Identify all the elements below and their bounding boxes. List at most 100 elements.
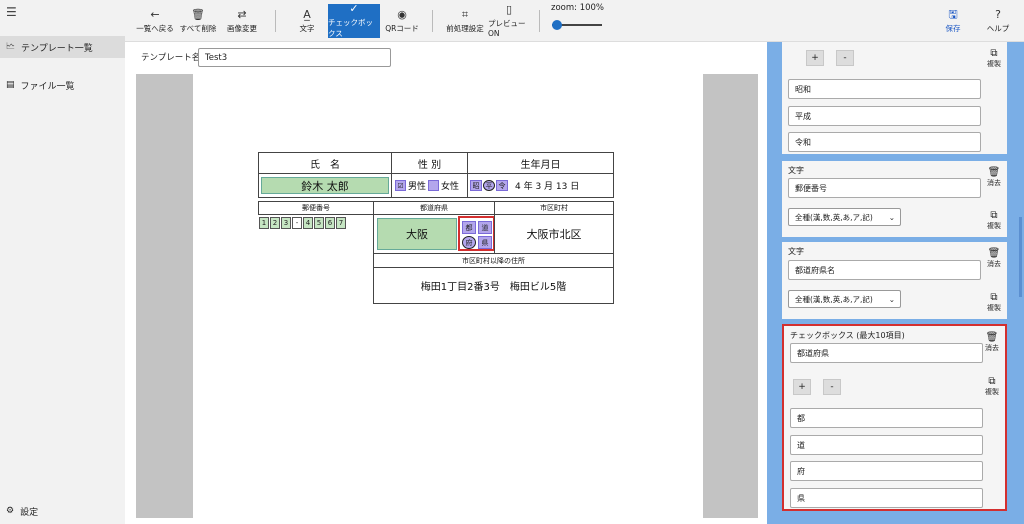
chevron-down-icon: ⌄ <box>888 212 895 222</box>
remove-option-button[interactable]: - <box>836 50 854 66</box>
preprocess-button[interactable]: ⌗ 前処理設定 <box>445 4 485 38</box>
era-heisei-checkbox[interactable]: 平 <box>483 180 495 191</box>
canvas-area[interactable]: 氏 名 性 別 生年月日 鈴木 太郎 ☑ 男性 女性 昭 平 令 4 年 3 月 … <box>136 74 758 518</box>
postal-field[interactable]: 1 2 3 - 4 5 6 7 <box>259 217 374 231</box>
option-input[interactable]: 平成 <box>788 106 981 126</box>
field-name-value: 郵便番号 <box>795 183 827 193</box>
field-name-input[interactable]: 都道府県名 <box>788 260 981 280</box>
name-field[interactable]: 鈴木 太郎 <box>261 177 389 194</box>
postal-digit-text: 3 <box>283 219 289 227</box>
change-image-button[interactable]: ⇄ 画像変更 <box>223 4 261 38</box>
female-label: 女性 <box>441 182 460 192</box>
copy-icon: ⧉ <box>990 292 998 303</box>
toolbar-divider <box>275 10 276 32</box>
pref-opt-fu[interactable]: 府 <box>462 236 476 249</box>
postal-digit: 2 <box>270 217 280 229</box>
remove-option-button[interactable]: - <box>823 379 841 395</box>
checkbox-field-card: チェックボックス (最大10項目) 都道府県 🗑 消去 + - ⧉ 複製 都 道 府… <box>782 324 1007 511</box>
copy-button[interactable]: ⧉ 複製 <box>985 376 999 397</box>
template-name-input[interactable]: Test3 <box>198 48 391 67</box>
trash-icon: 🗑 <box>985 332 999 343</box>
text-field-card-postal: 文字 郵便番号 🗑 消去 全種(漢,数,英,あ,ア,記) ⌄ ⧉ 複製 <box>782 161 1007 237</box>
pref-opt-do[interactable]: 道 <box>478 221 492 234</box>
panel-scrollbar[interactable] <box>1019 217 1022 297</box>
female-checkbox[interactable] <box>428 180 440 191</box>
charset-dropdown[interactable]: 全種(漢,数,英,あ,ア,記) ⌄ <box>788 290 901 308</box>
postal-header: 郵便番号 <box>258 201 374 215</box>
option-input[interactable]: 昭和 <box>788 79 981 99</box>
save-button[interactable]: 🖫 保存 <box>938 4 968 38</box>
copy-button[interactable]: ⧉ 複製 <box>987 210 1001 231</box>
preprocess-label: 前処理設定 <box>446 23 484 33</box>
option-input[interactable]: 道 <box>790 435 983 455</box>
birth-cell: 昭 平 令 4 年 3 月 13 日 <box>467 173 614 198</box>
pref-opt-ken[interactable]: 県 <box>478 236 492 249</box>
copy-button[interactable]: ⧉ 複製 <box>987 292 1001 313</box>
checkbox-tool-button[interactable]: ✓ チェックボックス <box>328 2 380 38</box>
address-value: 梅田1丁目2番3号 梅田ビル5階 <box>420 282 567 293</box>
crop-icon: ⌗ <box>461 7 469 21</box>
delete-button[interactable]: 🗑 消去 <box>987 167 1001 188</box>
preview-button[interactable]: ▯ プレビューON <box>488 3 530 39</box>
address-header-text: 市区町村以降の住所 <box>462 256 525 265</box>
zoom-slider-knob[interactable] <box>552 20 562 30</box>
trash-icon: 🗑 <box>987 167 1001 178</box>
field-name-input[interactable]: 都道府県 <box>790 343 983 363</box>
pref-field[interactable]: 大阪 <box>377 218 457 250</box>
sidebar-item-templates[interactable]: 🗠 テンプレート一覧 <box>0 36 125 58</box>
gear-icon: ⚙ <box>6 506 15 516</box>
card-type-label: 文字 <box>788 166 804 175</box>
delete-all-button[interactable]: 🗑 すべて削除 <box>179 4 217 38</box>
text-field-card-pref: 文字 都道府県名 🗑 消去 全種(漢,数,英,あ,ア,記) ⌄ ⧉ 複製 <box>782 242 1007 319</box>
city-header: 市区町村 <box>494 201 614 215</box>
add-option-button[interactable]: + <box>806 50 824 66</box>
back-button[interactable]: ← 一覧へ戻る <box>135 4 175 38</box>
option-input[interactable]: 府 <box>790 461 983 481</box>
option-value: 都 <box>797 413 805 423</box>
era-showa-checkbox[interactable]: 昭 <box>470 180 482 191</box>
city-header-text: 市区町村 <box>540 204 568 212</box>
preview-label: プレビューON <box>488 19 526 38</box>
option-input[interactable]: 都 <box>790 408 983 428</box>
qrcode-label: QRコード <box>385 23 419 33</box>
postal-digit: 3 <box>281 217 291 229</box>
document-icon: ▯ <box>505 3 513 16</box>
name-header-text: 氏 名 <box>310 159 340 171</box>
city-cell[interactable]: 大阪市北区 <box>494 214 614 254</box>
option-value: 平成 <box>795 111 811 121</box>
male-checkbox[interactable]: ☑ <box>395 180 406 191</box>
card-type-label: 文字 <box>788 247 804 256</box>
era-showa-label: 昭 <box>472 181 480 190</box>
era-reiwa-checkbox[interactable]: 令 <box>496 180 508 191</box>
option-input[interactable]: 令和 <box>788 132 981 152</box>
text-tool-button[interactable]: A̲ 文字 <box>293 4 321 38</box>
postal-digit: 1 <box>259 217 269 229</box>
help-button[interactable]: ? ヘルプ <box>983 4 1013 38</box>
add-option-button[interactable]: + <box>793 379 811 395</box>
postal-dash: - <box>292 217 302 229</box>
pref-opt-to[interactable]: 都 <box>462 221 476 234</box>
checkmark-icon: ✓ <box>349 2 359 15</box>
properties-panel[interactable]: + - ⧉ 複製 昭和 平成 令和 文字 郵便番号 🗑 消去 全種(漢,数,英,あ,… <box>767 42 1024 524</box>
option-input[interactable]: 県 <box>790 488 983 508</box>
change-image-label: 画像変更 <box>227 23 257 33</box>
copy-button[interactable]: ⧉ 複製 <box>987 48 1001 69</box>
delete-button[interactable]: 🗑 消去 <box>987 248 1001 269</box>
pref-checkbox-group[interactable]: 都 道 府 県 <box>458 216 495 251</box>
copy-label: 複製 <box>987 304 1001 312</box>
qrcode-tool-button[interactable]: ◉ QRコード <box>385 4 419 38</box>
field-name-input[interactable]: 郵便番号 <box>788 178 981 198</box>
name-header: 氏 名 <box>258 152 392 174</box>
postal-digit-text: 7 <box>338 219 344 227</box>
address-cell[interactable]: 梅田1丁目2番3号 梅田ビル5階 <box>373 267 614 304</box>
delete-label: 消去 <box>987 179 1001 187</box>
trash-icon: 🗑 <box>987 248 1001 259</box>
sidebar-item-settings[interactable]: ⚙ 設定 <box>0 500 125 522</box>
postal-header-text: 郵便番号 <box>302 204 330 212</box>
help-label: ヘルプ <box>986 23 1010 33</box>
save-icon: 🖫 <box>948 7 958 21</box>
delete-button[interactable]: 🗑 消去 <box>985 332 999 353</box>
sidebar-item-files[interactable]: ▤ ファイル一覧 <box>0 74 125 96</box>
charset-dropdown[interactable]: 全種(漢,数,英,あ,ア,記) ⌄ <box>788 208 901 226</box>
hamburger-menu-icon[interactable]: ☰ <box>6 5 17 19</box>
